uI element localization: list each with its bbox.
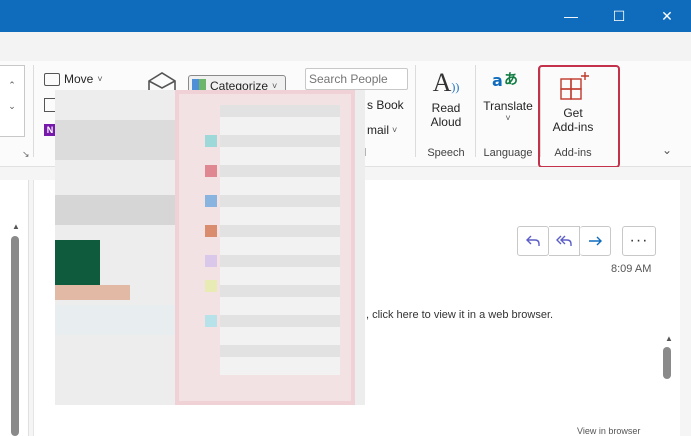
ribbon-tab-strip: [0, 32, 691, 61]
addins-group-label: Add-ins: [554, 147, 592, 159]
language-group-label: Language: [483, 147, 533, 159]
read-aloud-button[interactable]: A)) Read Aloud: [426, 68, 466, 130]
get-addins-label-2: Add-ins: [552, 120, 594, 134]
divider: [33, 65, 34, 157]
minimize-button[interactable]: —: [548, 0, 594, 32]
message-time: 8:09 AM: [611, 263, 652, 275]
minimize-icon: —: [564, 8, 578, 24]
chevron-up-icon: ⌃: [8, 80, 16, 90]
translate-label: Translate: [483, 99, 533, 113]
reply-all-button[interactable]: [549, 226, 580, 256]
close-icon: ✕: [661, 7, 673, 24]
get-addins-label-1: Get: [563, 106, 583, 120]
view-in-browser-link[interactable]: View in browser: [577, 426, 640, 436]
redacted-region: [55, 90, 365, 405]
divider: [475, 65, 476, 157]
read-aloud-label-1: Read: [431, 101, 461, 115]
chevron-down-icon: ˅: [97, 74, 103, 84]
forward-button[interactable]: [580, 226, 611, 256]
reply-button[interactable]: [517, 226, 549, 256]
read-aloud-icon: A)): [432, 68, 460, 97]
title-bar: — ☐ ✕: [0, 0, 691, 32]
chevron-down-icon: ⌄: [8, 101, 16, 111]
maximize-icon: ☐: [612, 7, 626, 24]
reply-icon: [526, 235, 540, 246]
gallery-scroll[interactable]: ⌃ ⌄: [0, 65, 25, 137]
chevron-down-icon: ˅: [505, 113, 511, 123]
web-view-notice[interactable]: , click here to view it in a web browser…: [366, 309, 553, 321]
close-button[interactable]: ✕: [644, 0, 690, 32]
address-book-button[interactable]: s Book: [367, 98, 404, 112]
more-icon: ···: [629, 232, 649, 249]
divider: [415, 65, 416, 157]
move-label: Move: [64, 72, 94, 86]
collapse-ribbon-icon[interactable]: ⌄: [662, 143, 672, 157]
translate-icon: a あ: [492, 71, 518, 90]
reading-scrollbar-thumb[interactable]: [663, 347, 671, 379]
filter-email-button[interactable]: mail ˅: [367, 123, 397, 137]
move-icon: [44, 72, 60, 86]
maximize-button[interactable]: ☐: [596, 0, 642, 32]
reply-all-icon: [556, 235, 572, 246]
addins-grid-icon: [560, 72, 589, 100]
get-addins-button[interactable]: Get Add-ins: [547, 71, 599, 134]
chevron-down-icon: ˅: [392, 125, 398, 135]
filter-email-label: mail: [367, 123, 390, 137]
dialog-launcher-icon[interactable]: ↘: [22, 149, 30, 160]
speech-group-label: Speech: [427, 147, 465, 159]
search-people-input[interactable]: [305, 68, 408, 90]
scroll-up-icon[interactable]: ▲: [665, 334, 673, 343]
move-button[interactable]: Move ˅: [44, 72, 103, 86]
list-scrollbar-thumb[interactable]: [11, 236, 19, 436]
translate-button[interactable]: a あ Translate ˅: [482, 69, 534, 123]
read-aloud-label-2: Aloud: [430, 115, 462, 129]
scroll-up-icon[interactable]: ▲: [12, 222, 20, 231]
more-actions-button[interactable]: ···: [622, 226, 656, 256]
forward-arrow-icon: [589, 236, 602, 246]
